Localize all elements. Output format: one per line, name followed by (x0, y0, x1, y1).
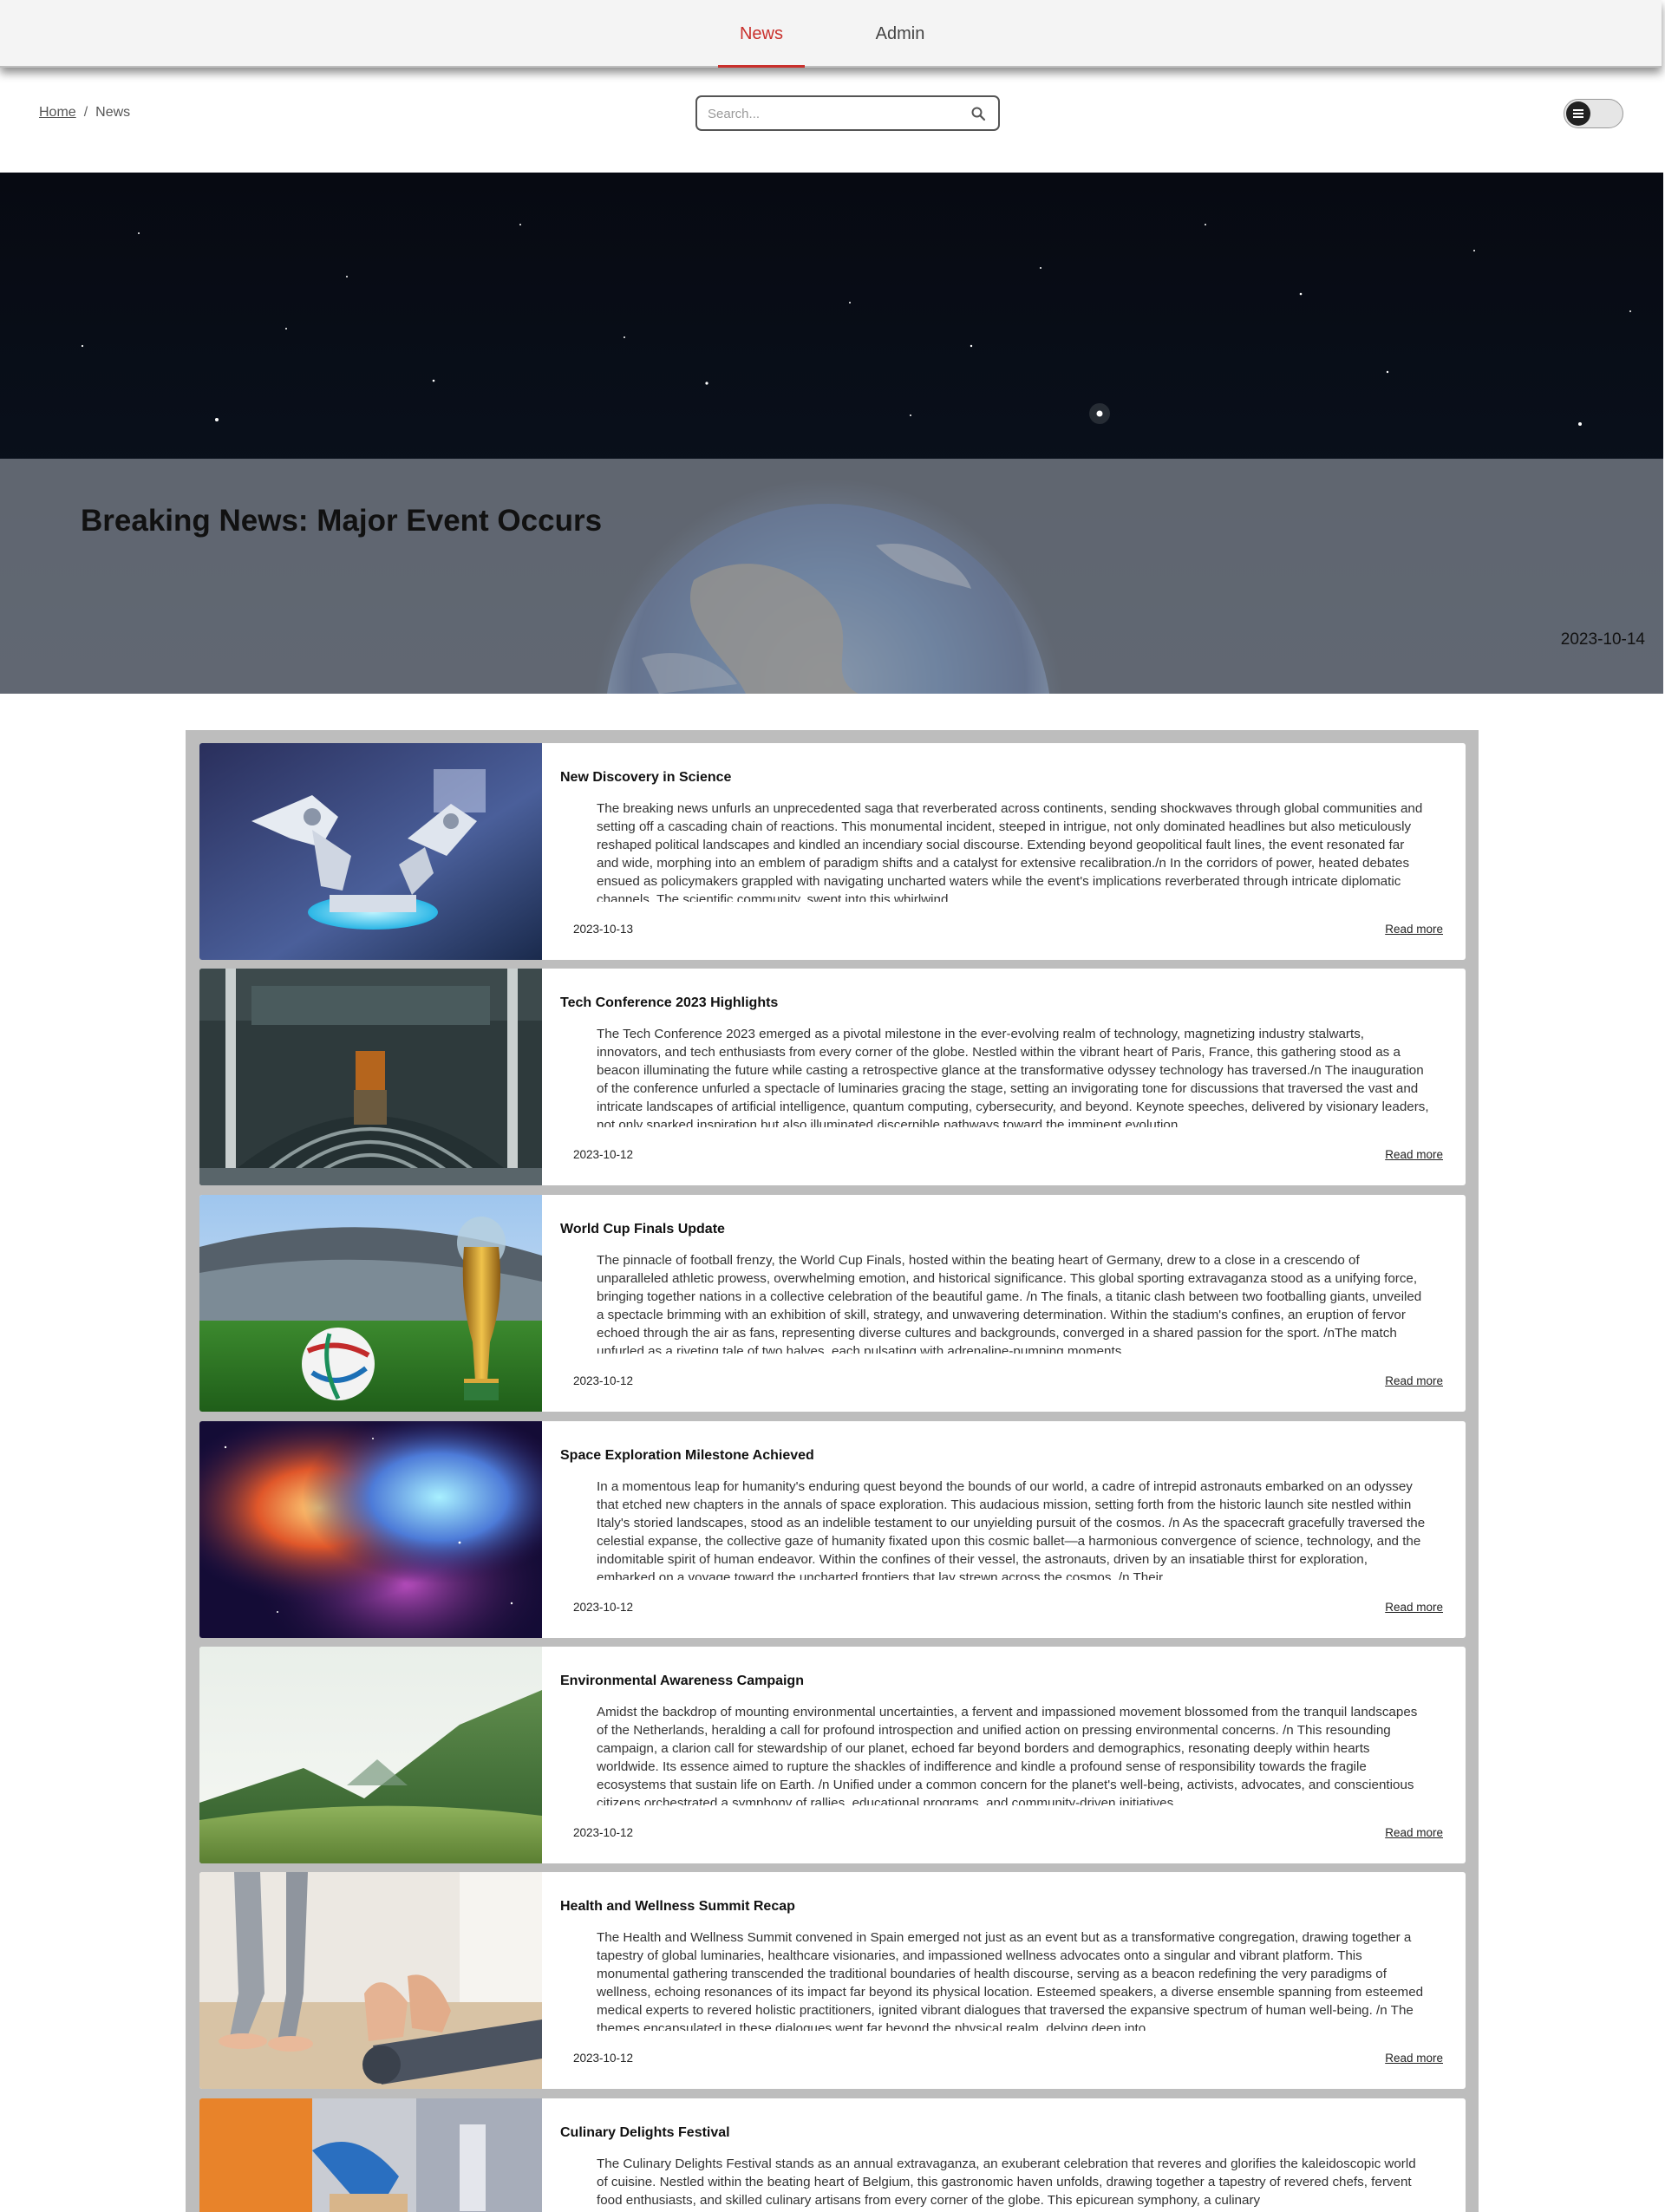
news-card-date: 2023-10-12 (573, 1374, 634, 1387)
read-more-link[interactable]: Read more (1385, 1826, 1443, 1839)
breadcrumb: Home / News (39, 105, 130, 121)
news-card[interactable]: Culinary Delights Festival The Culinary … (199, 2098, 1466, 2212)
news-card-date: 2023-10-12 (573, 1148, 634, 1161)
news-card-title[interactable]: Tech Conference 2023 Highlights (560, 995, 778, 1011)
hero-banner[interactable]: Breaking News: Major Event Occurs 2023-1… (0, 173, 1663, 694)
news-card-excerpt: Amidst the backdrop of mounting environm… (597, 1705, 1418, 1805)
news-card-title[interactable]: World Cup Finals Update (560, 1222, 725, 1237)
news-card-date: 2023-10-12 (573, 1826, 634, 1839)
nebula-image (199, 1421, 542, 1638)
news-card-excerpt: The pinnacle of football frenzy, the Wor… (597, 1253, 1422, 1354)
hero-date: 2023-10-14 (1560, 630, 1645, 649)
read-more-link[interactable]: Read more (1385, 1601, 1443, 1614)
green-hills-image (199, 1647, 542, 1863)
news-card-title[interactable]: Health and Wellness Summit Recap (560, 1899, 795, 1915)
news-card-title[interactable]: Environmental Awareness Campaign (560, 1674, 804, 1689)
search-icon[interactable] (970, 106, 986, 121)
news-card[interactable]: Space Exploration Milestone Achieved In … (199, 1421, 1466, 1638)
chef-kitchen-image (199, 2098, 542, 2212)
hero-title: Breaking News: Major Event Occurs (81, 504, 603, 538)
news-card[interactable]: Environmental Awareness Campaign Amidst … (199, 1647, 1466, 1863)
read-more-link[interactable]: Read more (1385, 1374, 1443, 1387)
stadium-trophy-image (199, 1195, 542, 1412)
search-box[interactable] (695, 95, 1000, 131)
hero-overlay (0, 459, 1663, 694)
news-card-excerpt: The Tech Conference 2023 emerged as a pi… (597, 1027, 1429, 1127)
news-card-excerpt: The Culinary Delights Festival stands as… (597, 2157, 1416, 2208)
read-more-link[interactable]: Read more (1385, 923, 1443, 936)
tab-news[interactable]: News (718, 0, 805, 68)
news-card-date: 2023-10-13 (573, 923, 634, 936)
news-card-title[interactable]: Culinary Delights Festival (560, 2125, 730, 2141)
top-nav: News Admin (0, 0, 1662, 68)
news-card-title[interactable]: New Discovery in Science (560, 770, 731, 786)
robot-arms-image (199, 743, 542, 960)
menu-icon (1566, 101, 1590, 126)
yoga-mat-image (199, 1872, 542, 2089)
news-card-date: 2023-10-12 (573, 2052, 634, 2065)
news-card[interactable]: New Discovery in Science The breaking ne… (199, 743, 1466, 960)
news-card[interactable]: Tech Conference 2023 Highlights The Tech… (199, 969, 1466, 1185)
read-more-link[interactable]: Read more (1385, 1148, 1443, 1161)
search-input[interactable] (708, 104, 959, 123)
news-card-date: 2023-10-12 (573, 1601, 634, 1614)
theme-toggle[interactable] (1564, 99, 1623, 128)
news-card-excerpt: The Health and Wellness Summit convened … (597, 1930, 1424, 2031)
news-card-title[interactable]: Space Exploration Milestone Achieved (560, 1448, 814, 1464)
breadcrumb-current: News (95, 105, 131, 120)
breadcrumb-separator: / (83, 105, 88, 120)
tab-admin[interactable]: Admin (857, 0, 944, 68)
breadcrumb-home-link[interactable]: Home (39, 105, 76, 120)
parliament-chamber-image (199, 969, 542, 1185)
news-card[interactable]: World Cup Finals Update The pinnacle of … (199, 1195, 1466, 1412)
news-card[interactable]: Health and Wellness Summit Recap The Hea… (199, 1872, 1466, 2089)
news-card-excerpt: The breaking news unfurls an unprecedent… (597, 801, 1423, 902)
read-more-link[interactable]: Read more (1385, 2052, 1443, 2065)
news-card-excerpt: In a momentous leap for humanity's endur… (597, 1479, 1426, 1580)
